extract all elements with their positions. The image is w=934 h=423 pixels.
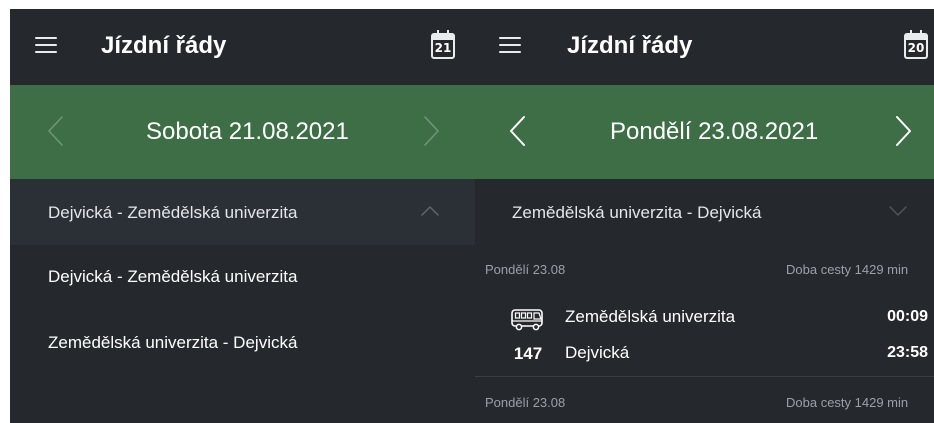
connection-info: Pondělí 23.08 Doba cesty 1429 min [475, 386, 934, 420]
calendar-day-number: 21 [434, 41, 452, 55]
selected-date: Sobota 21.08.2021 [146, 118, 349, 145]
app-title: Jízdní řády [567, 32, 693, 59]
departure-time: 00:09 [887, 308, 928, 325]
calendar-icon[interactable]: 20 [904, 30, 928, 59]
divider [475, 376, 934, 377]
timetable-screen-right: Jízdní řády 20 Pondělí 23.08.2021 Zemědě… [475, 9, 934, 423]
chevron-up-icon [421, 206, 439, 216]
travel-duration: Doba cesty 1429 min [786, 395, 909, 410]
line-number: 147 [513, 344, 543, 363]
route-option-label: Zemědělská univerzita - Dejvická [48, 333, 298, 352]
arrival-time: 23:58 [887, 344, 928, 361]
arrival-stop: Dejvická [565, 343, 630, 362]
previous-day-button[interactable] [500, 111, 540, 151]
route-dropdown-label: Zemědělská univerzita - Dejvická [512, 203, 762, 222]
chevron-left-icon [48, 116, 63, 146]
route-option[interactable]: Zemědělská univerzita - Dejvická [10, 311, 475, 377]
departure-stop: Zemědělská univerzita [565, 307, 736, 326]
route-dropdown[interactable]: Dejvická - Zemědělská univerzita [10, 179, 475, 245]
calendar-day-number: 20 [907, 41, 925, 55]
app-title: Jízdní řády [101, 32, 227, 59]
chevron-down-icon [889, 206, 907, 216]
next-day-button[interactable] [884, 111, 924, 151]
chevron-left-icon [510, 116, 525, 146]
selected-date: Pondělí 23.08.2021 [610, 118, 819, 145]
bus-icon [511, 309, 543, 331]
route-dropdown[interactable]: Zemědělská univerzita - Dejvická [475, 179, 934, 245]
date-bar: Sobota 21.08.2021 [10, 85, 475, 179]
route-option[interactable]: Dejvická - Zemědělská univerzita [10, 245, 475, 311]
chevron-right-icon [896, 116, 911, 146]
timetable-screen-left: Jízdní řády 21 Sobota 21.08.2021 Dejvick… [10, 9, 475, 423]
travel-duration: Doba cesty 1429 min [786, 262, 909, 277]
connection-day: Pondělí 23.08 [485, 395, 566, 410]
next-day-button[interactable] [412, 111, 452, 151]
app-bar: Jízdní řády 21 [10, 9, 475, 85]
route-dropdown-label: Dejvická - Zemědělská univerzita [48, 203, 298, 222]
connection-info: Pondělí 23.08 Doba cesty 1429 min [475, 253, 934, 287]
previous-day-button[interactable] [38, 111, 78, 151]
connection-day: Pondělí 23.08 [485, 262, 566, 277]
app-bar: Jízdní řády 20 [475, 9, 934, 85]
date-bar: Pondělí 23.08.2021 [475, 85, 934, 179]
calendar-icon[interactable]: 21 [431, 30, 455, 59]
hamburger-menu-icon[interactable] [499, 36, 521, 54]
connection-card[interactable]: 147 Zemědělská univerzita 00:09 Dejvická… [475, 296, 934, 376]
chevron-right-icon [424, 116, 439, 146]
route-option-label: Dejvická - Zemědělská univerzita [48, 267, 298, 286]
hamburger-menu-icon[interactable] [35, 36, 57, 54]
